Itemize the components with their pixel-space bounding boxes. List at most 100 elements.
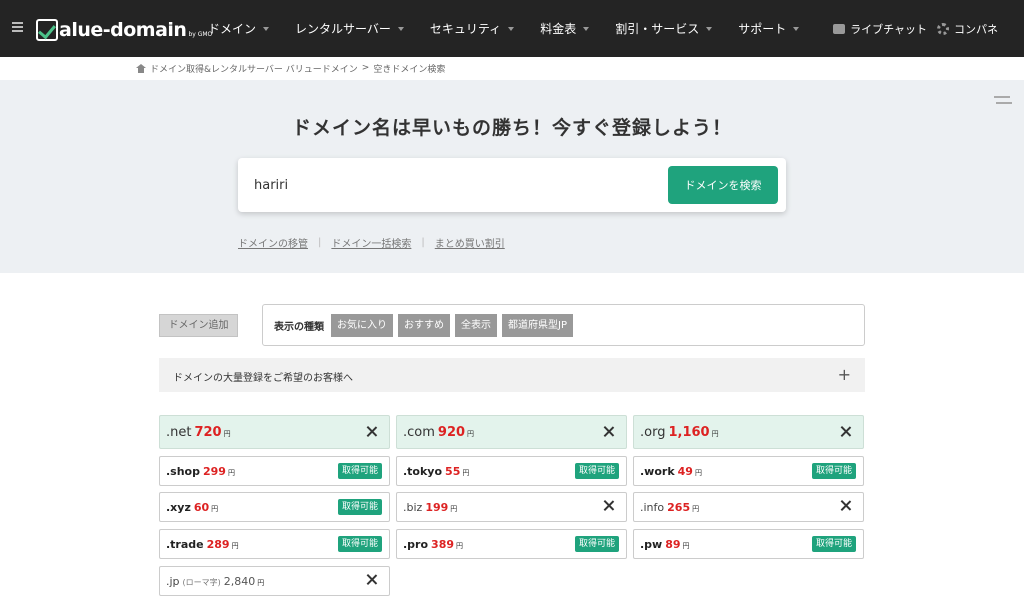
close-icon[interactable] [603,500,615,512]
nav-support[interactable]: サポート [738,20,800,37]
domain-card-shop[interactable]: .shop 299 円 取得可能 [159,456,390,486]
domain-label: .shop 299 円 [166,465,235,478]
domain-card-org[interactable]: .org 1,160 円 [633,415,864,449]
nav-label: セキュリティ [429,22,502,36]
domain-card-pro[interactable]: .pro 389 円 取得可能 [396,529,627,559]
domain-card-work[interactable]: .work 49 円 取得可能 [633,456,864,486]
yen-unit: 円 [227,469,235,477]
domain-price: 265 [667,501,691,514]
add-domain-button[interactable]: ドメイン追加 [159,314,238,337]
bulk-registration-panel[interactable]: ドメインの大量登録をご希望のお客様へ + [159,358,865,392]
available-badge[interactable]: 取得可能 [337,463,382,479]
available-badge[interactable]: 取得可能 [811,463,856,479]
logo-mark-icon [36,19,58,41]
nav-security[interactable]: セキュリティ [429,20,515,37]
domain-label: .tokyo 55 円 [403,465,470,478]
domain-label: .pw 89 円 [640,538,690,551]
domain-label: .biz 199 円 [403,501,458,514]
divider: | [421,237,425,248]
close-icon[interactable] [366,574,378,586]
close-icon[interactable] [366,426,378,438]
domain-card-pw[interactable]: .pw 89 円 取得可能 [633,529,864,559]
available-badge[interactable]: 取得可能 [574,536,619,552]
domain-card-info[interactable]: .info 265 円 [633,492,864,522]
control-panel-label: コンパネ [954,22,998,36]
domain-card-jp[interactable]: .jp (ローマ字) 2,840 円 [159,566,390,596]
domain-price: 55 [445,465,461,478]
close-icon[interactable] [603,426,615,438]
live-chat-link[interactable]: ライブチャット [833,21,927,37]
available-badge[interactable]: 取得可能 [337,499,382,515]
domain-card-biz[interactable]: .biz 199 円 [396,492,627,522]
yen-unit: 円 [682,542,690,550]
home-icon [136,63,146,73]
breadcrumb-separator: > [361,63,370,73]
nav-label: サポート [738,22,787,36]
yen-unit: 円 [711,430,719,438]
filter-prefecture-jp[interactable]: 都道府県型JP [502,313,573,337]
available-badge[interactable]: 取得可能 [574,463,619,479]
nav-rental-server[interactable]: レンタルサーバー [295,20,404,37]
transfer-link[interactable]: ドメインの移管 [238,235,308,250]
domain-label: .org 1,160 円 [640,425,719,440]
top-navbar: alue-domain by GMO ドメイン レンタルサーバー セキュリティ … [0,0,1024,57]
yen-unit: 円 [462,469,470,477]
caret-down-icon [706,26,713,31]
yen-unit: 円 [223,430,231,438]
domain-price: 720 [194,425,222,440]
filter-show-all[interactable]: 全表示 [455,313,497,337]
domain-search-input[interactable] [254,175,654,195]
logo[interactable]: alue-domain by GMO [36,17,212,41]
domain-card-net[interactable]: .net 720 円 [159,415,390,449]
close-icon[interactable] [840,426,852,438]
breadcrumb: ドメイン取得&レンタルサーバー バリュードメイン > 空きドメイン検索 [136,62,446,75]
control-panel-link[interactable]: コンパネ [937,21,998,37]
bundle-discount-link[interactable]: まとめ買い割引 [435,235,505,250]
breadcrumb-home-link[interactable]: ドメイン取得&レンタルサーバー バリュードメイン [150,62,358,75]
nav-domain[interactable]: ドメイン [208,20,270,37]
filter-recommended[interactable]: おすすめ [398,313,450,337]
domain-price: 289 [206,538,230,551]
domain-price: 199 [425,501,449,514]
domain-search-button[interactable]: ドメインを検索 [668,166,778,204]
swap-arrows-icon[interactable] [994,93,1012,107]
nav-pricing[interactable]: 料金表 [540,20,590,37]
domain-card-tokyo[interactable]: .tokyo 55 円 取得可能 [396,456,627,486]
domain-price: 89 [665,538,681,551]
bulk-registration-text: ドメインの大量登録をご希望のお客様へ [173,373,353,384]
available-badge[interactable]: 取得可能 [811,536,856,552]
main-nav: ドメイン レンタルサーバー セキュリティ 料金表 割引・サービス サポート [208,0,825,57]
domain-label: .com 920 円 [403,425,475,440]
hero-links: ドメインの移管 | ドメイン一括検索 | まとめ買い割引 [238,235,505,250]
breadcrumb-current: 空きドメイン検索 [373,64,446,75]
menu-icon[interactable] [12,22,23,32]
bulk-search-link[interactable]: ドメイン一括検索 [331,235,411,250]
domain-price: 389 [431,538,455,551]
yen-unit: 円 [450,505,458,513]
domain-label: .net 720 円 [166,425,231,440]
available-badge[interactable]: 取得可能 [337,536,382,552]
close-icon[interactable] [840,500,852,512]
nav-label: 割引・サービス [615,22,700,36]
domain-card-com[interactable]: .com 920 円 [396,415,627,449]
domain-card-xyz[interactable]: .xyz 60 円 取得可能 [159,492,390,522]
domain-label: .info 265 円 [640,501,700,514]
domain-price: 299 [203,465,226,478]
header-right: ライブチャット コンパネ [823,0,998,57]
nav-discount-service[interactable]: 割引・サービス [615,20,713,37]
domain-price: 920 [437,425,466,440]
domain-price: 2,840 [223,575,256,588]
domain-label: .work 49 円 [640,465,702,478]
domain-card-trade[interactable]: .trade 289 円 取得可能 [159,529,390,559]
nav-label: レンタルサーバー [295,22,391,36]
caret-down-icon [583,26,590,31]
domain-price: 60 [193,501,210,514]
caret-down-icon [263,26,270,31]
expand-plus-icon[interactable]: + [838,365,851,384]
filter-favorites[interactable]: お気に入り [331,313,393,337]
yen-unit: 円 [211,505,219,513]
domain-note: (ローマ字) [182,578,221,587]
nav-label: 料金表 [540,22,577,36]
yen-unit: 円 [257,579,265,587]
domain-label: .pro 389 円 [403,538,464,551]
